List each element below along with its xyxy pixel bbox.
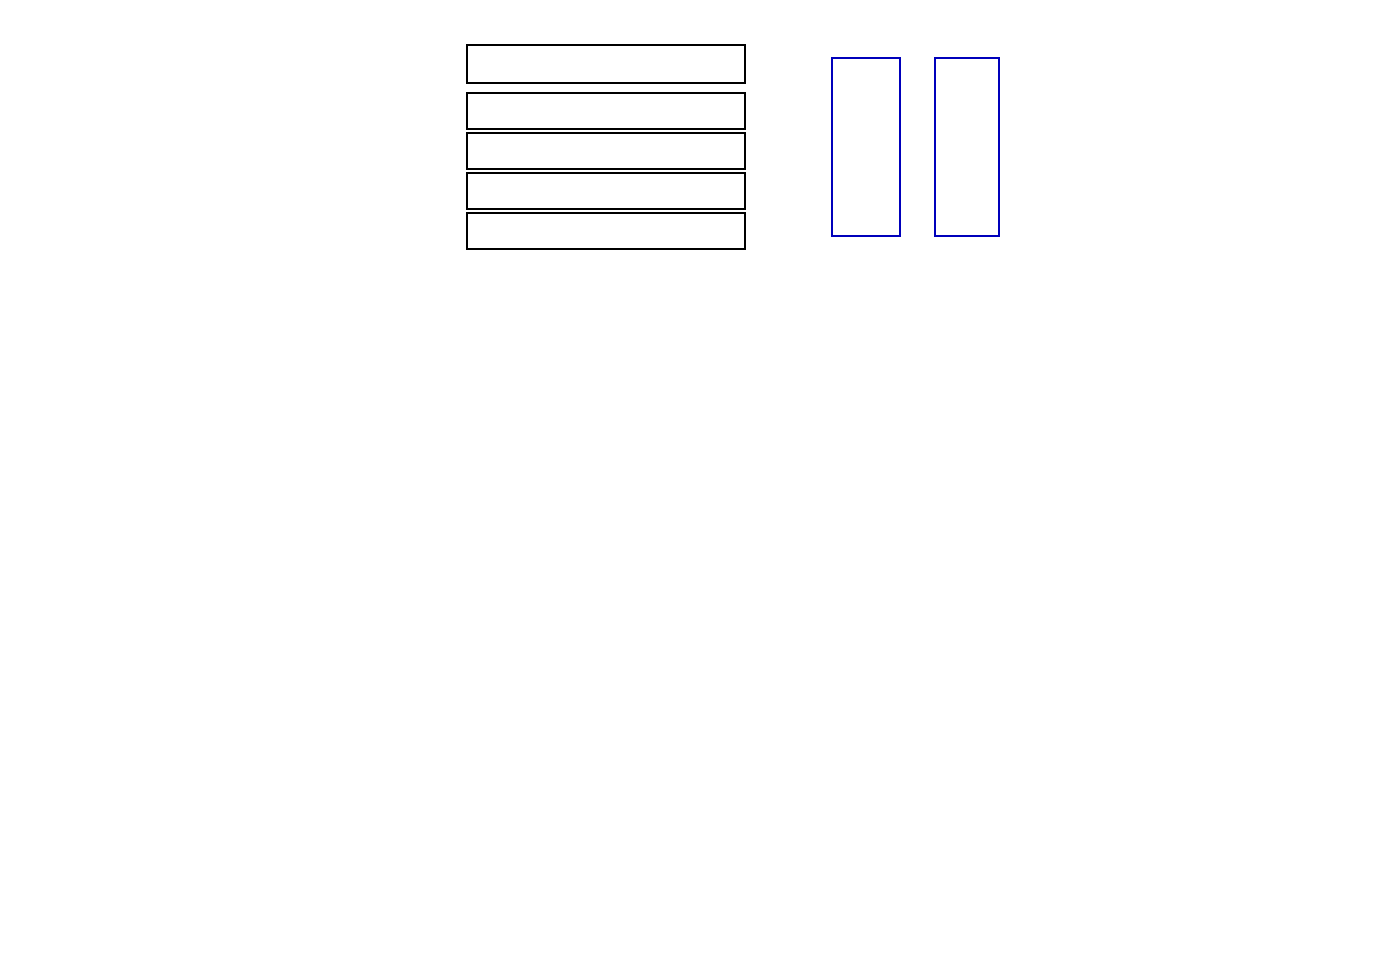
fiber2-2dspec-image <box>468 134 558 168</box>
match-table-values <box>287 767 317 953</box>
fiber2-pixelflat-image <box>561 134 651 168</box>
fiber3-smoothed-image <box>654 174 744 208</box>
weighted-2dspec-image <box>468 46 558 82</box>
lineflux-map-overlay <box>219 522 409 702</box>
fiber-positions-overlay <box>34 522 224 702</box>
fiber4-2dspec-image <box>468 214 558 248</box>
spec2d-row-weighted <box>466 44 746 84</box>
full-spectrum-chart <box>60 268 1315 483</box>
fiber4-smoothed-image <box>654 214 744 248</box>
line-fit-chart <box>1005 46 1300 228</box>
weighted-smoothed-image <box>654 46 744 82</box>
fiber3-pixelflat-image <box>561 174 651 208</box>
fiber1-smoothed-image <box>654 94 744 128</box>
lineflux-map-cutout <box>219 522 409 702</box>
fiber4-pixelflat-image <box>561 214 651 248</box>
spec2d-row-fiber-4 <box>466 212 746 250</box>
elixer-report <box>0 0 1400 953</box>
fiber1-2dspec-image <box>468 94 558 128</box>
hsc-cutout <box>404 522 594 702</box>
spec2d-row-fiber-2 <box>466 132 746 170</box>
spec2d-row-fiber-1 <box>466 92 746 130</box>
fiber3-2dspec-image <box>468 174 558 208</box>
withsky-image <box>833 59 899 235</box>
fiber-positions-cutout <box>34 522 224 702</box>
spec2d-row-fiber-3 <box>466 172 746 210</box>
match-table-labels <box>68 775 98 953</box>
fiber2-smoothed-image <box>654 134 744 168</box>
clean-image <box>936 59 998 235</box>
hsc-overlay <box>404 522 594 702</box>
weighted-pixelflat-image <box>561 46 651 82</box>
spec2d-panel <box>444 30 810 256</box>
clean-image-frame <box>934 57 1000 237</box>
fiber1-pixelflat-image <box>561 94 651 128</box>
withsky-image-frame <box>831 57 901 237</box>
